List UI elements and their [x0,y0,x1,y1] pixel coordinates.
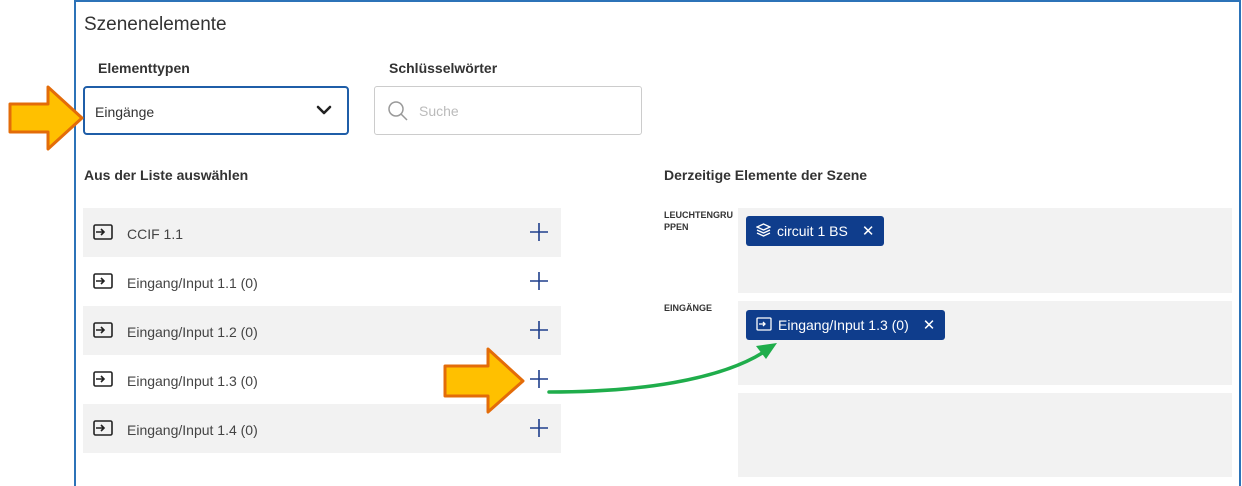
list-item-label: Eingang/Input 1.1 (0) [127,275,258,291]
add-button[interactable] [528,221,550,243]
list-item: CCIF 1.1 [83,208,561,257]
list-item: Eingang/Input 1.3 (0) [83,355,561,404]
chip-label: Eingang/Input 1.3 (0) [778,317,909,333]
element-type-select[interactable]: Eingänge [83,86,349,135]
keyword-search [374,86,642,135]
chevron-down-icon [315,101,333,124]
add-button[interactable] [528,417,550,439]
input-icon [92,223,114,246]
list-item: Eingang/Input 1.1 (0) [83,257,561,306]
available-list-heading: Aus der Liste auswählen [84,167,249,183]
add-button[interactable] [528,270,550,292]
list-item-label: Eingang/Input 1.4 (0) [127,422,258,438]
group-panel-empty [738,393,1232,477]
element-types-label: Elementtypen [98,60,190,76]
input-icon [92,419,114,442]
layers-icon [755,222,772,240]
list-item: Eingang/Input 1.4 (0) [83,404,561,453]
element-type-value: Eingänge [95,104,155,120]
callout-arrow-icon [8,85,84,151]
remove-chip-button[interactable]: ✕ [862,222,875,240]
selected-element-chip: circuit 1 BS ✕ [746,216,885,246]
available-elements-list: CCIF 1.1 Eingang/Input 1.1 (0) Eingang/I… [83,208,561,453]
list-item-label: Eingang/Input 1.3 (0) [127,373,258,389]
selected-element-chip: Eingang/Input 1.3 (0) ✕ [746,310,946,340]
page-title: Szenenelemente [84,14,227,35]
input-icon [92,370,114,393]
category-label-eingaenge: EINGÄNGE [664,303,713,313]
add-button[interactable] [528,319,550,341]
list-item-label: CCIF 1.1 [127,226,184,242]
keywords-label: Schlüsselwörter [389,60,498,76]
input-icon [92,272,114,295]
search-icon [387,100,409,127]
remove-chip-button[interactable]: ✕ [923,316,936,334]
chip-label: circuit 1 BS [777,223,848,239]
list-item: Eingang/Input 1.2 (0) [83,306,561,355]
input-icon [756,316,772,334]
search-input[interactable] [419,101,619,121]
input-icon [92,321,114,344]
current-elements-heading: Derzeitige Elemente der Szene [664,167,868,183]
list-item-label: Eingang/Input 1.2 (0) [127,324,258,340]
add-button[interactable] [528,368,550,390]
category-label-leuchtengruppen: LEUCHTENGRUPPEN [664,210,733,232]
